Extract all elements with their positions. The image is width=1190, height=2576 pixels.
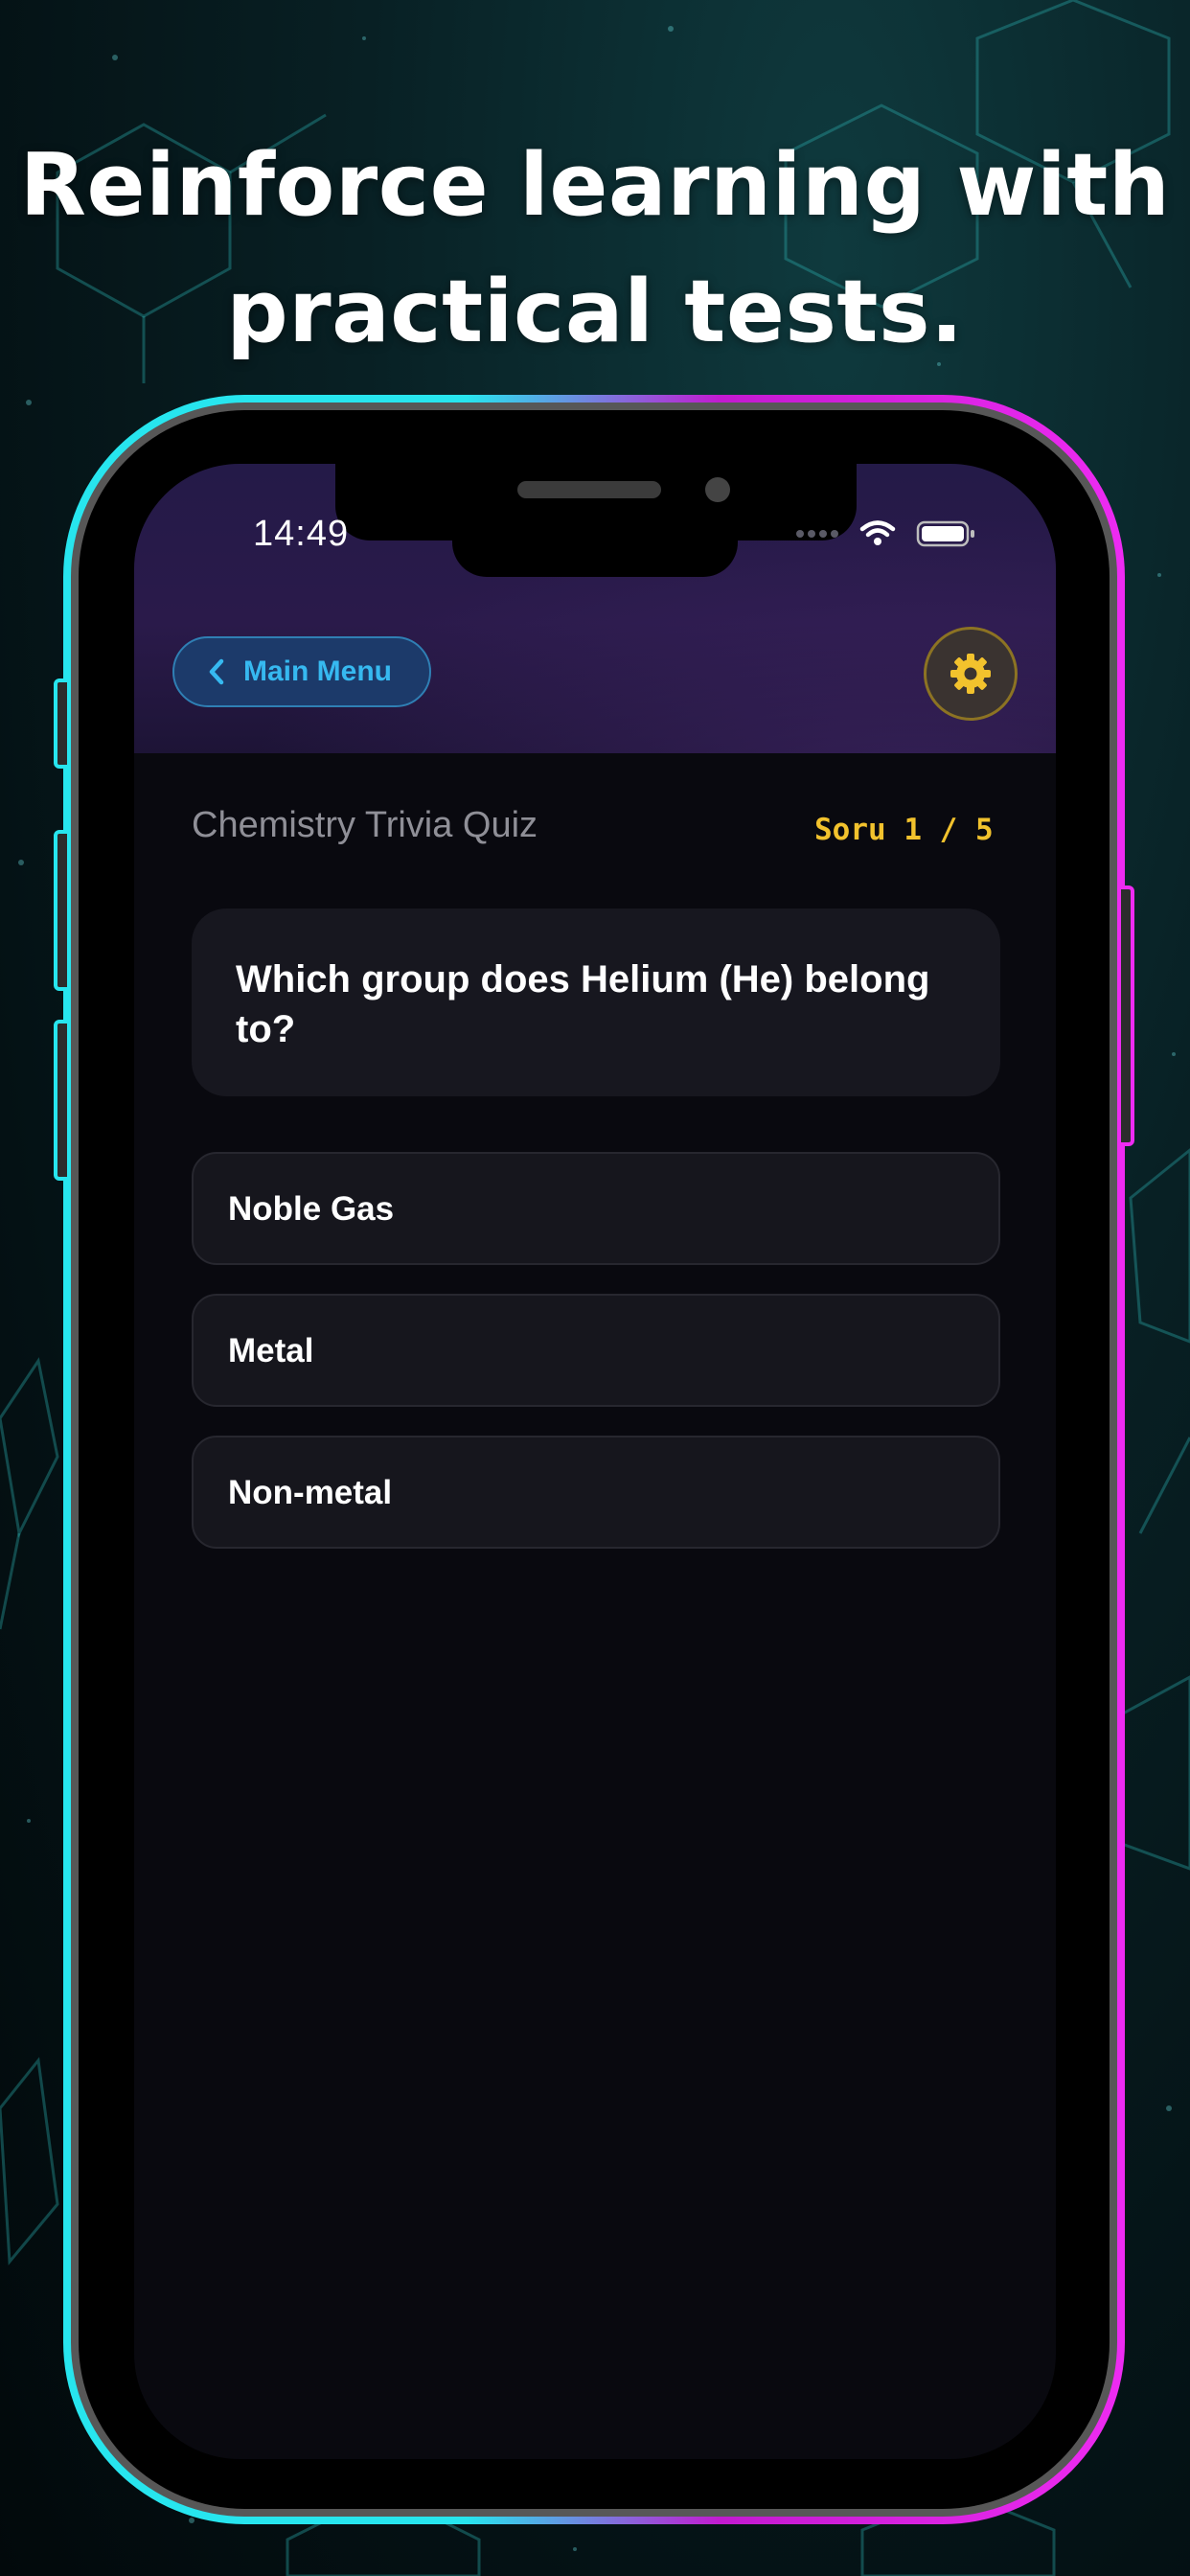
answer-option-label: Metal — [228, 1332, 314, 1369]
question-card: Which group does Helium (He) belong to? — [192, 908, 1000, 1096]
main-menu-button[interactable]: Main Menu — [172, 636, 431, 707]
gear-icon — [950, 654, 991, 694]
question-text: Which group does Helium (He) belong to? — [236, 958, 930, 1050]
front-camera — [705, 477, 730, 502]
answer-option-metal[interactable]: Metal — [192, 1294, 1000, 1407]
question-progress: Soru 1 / 5 — [814, 813, 994, 847]
quiz-title: Chemistry Trivia Quiz — [192, 805, 538, 845]
main-menu-label: Main Menu — [243, 656, 392, 687]
settings-button[interactable] — [924, 627, 1018, 721]
answer-option-label: Noble Gas — [228, 1190, 395, 1228]
answer-option-label: Non-metal — [228, 1474, 393, 1511]
mute-switch — [54, 678, 71, 769]
status-icons — [795, 519, 977, 548]
status-time: 14:49 — [253, 514, 350, 554]
headline: Reinforce learning with practical tests. — [0, 123, 1190, 376]
wifi-icon — [859, 520, 896, 545]
notch-lip — [452, 518, 738, 577]
volume-up-button — [54, 830, 71, 991]
speaker-grille — [517, 481, 661, 498]
chevron-left-icon — [209, 658, 224, 685]
headline-line-2: practical tests. — [226, 262, 964, 362]
power-button — [1117, 886, 1134, 1146]
headline-line-1: Reinforce learning with — [19, 135, 1171, 236]
answer-option-non-metal[interactable]: Non-metal — [192, 1436, 1000, 1549]
answer-option-noble-gas[interactable]: Noble Gas — [192, 1152, 1000, 1265]
signal-dots-icon — [796, 530, 838, 538]
battery-icon — [916, 520, 974, 547]
volume-down-button — [54, 1020, 71, 1181]
